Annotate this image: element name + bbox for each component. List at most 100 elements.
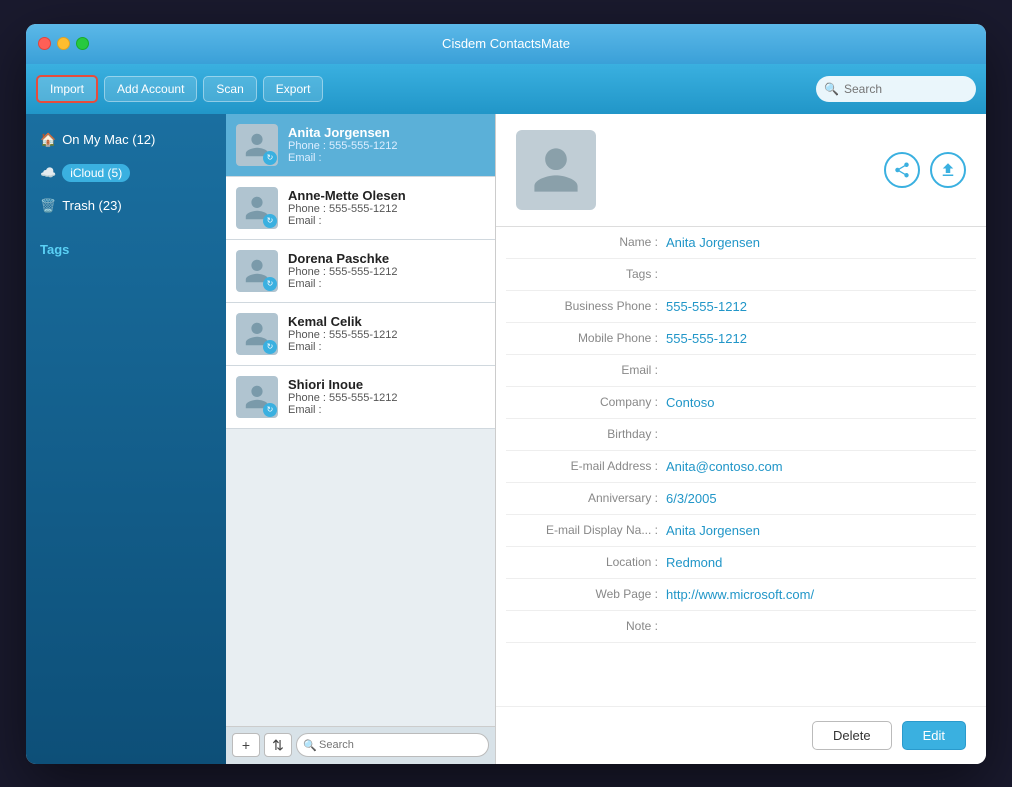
contact-name: Shiori Inoue — [288, 377, 485, 392]
field-row-name: Name : Anita Jorgensen — [506, 227, 976, 259]
contact-phone: Phone : 555-555-1212 — [288, 203, 485, 215]
contact-phone: Phone : 555-555-1212 — [288, 140, 485, 152]
field-row-note: Note : — [506, 611, 976, 643]
mobile-phone-label: Mobile Phone : — [506, 331, 666, 345]
avatar: ↻ — [236, 124, 278, 166]
contact-list-items: ↻ Anita Jorgensen Phone : 555-555-1212 E… — [226, 114, 495, 726]
home-icon: 🏠 — [40, 132, 56, 148]
field-row-email-address: E-mail Address : Anita@contoso.com — [506, 451, 976, 483]
share-button[interactable] — [884, 152, 920, 188]
contact-info: Anne-Mette Olesen Phone : 555-555-1212 E… — [288, 188, 485, 227]
birthday-label: Birthday : — [506, 427, 666, 441]
field-row-anniversary: Anniversary : 6/3/2005 — [506, 483, 976, 515]
contact-email: Email : — [288, 404, 485, 416]
contact-info: Shiori Inoue Phone : 555-555-1212 Email … — [288, 377, 485, 416]
contact-info: Kemal Celik Phone : 555-555-1212 Email : — [288, 314, 485, 353]
icloud-badge: iCloud (5) — [62, 164, 130, 182]
list-item[interactable]: ↻ Dorena Paschke Phone : 555-555-1212 Em… — [226, 240, 495, 303]
field-row-tags: Tags : — [506, 259, 976, 291]
sync-icon: ↻ — [263, 340, 277, 354]
tags-field-label: Tags : — [506, 267, 666, 281]
field-row-web-page: Web Page : http://www.microsoft.com/ — [506, 579, 976, 611]
on-my-mac-label: On My Mac (12) — [62, 132, 155, 147]
list-item[interactable]: ↻ Anne-Mette Olesen Phone : 555-555-1212… — [226, 177, 495, 240]
field-row-company: Company : Contoso — [506, 387, 976, 419]
sidebar-item-trash[interactable]: 🗑️ Trash (23) — [26, 190, 226, 222]
detail-actions — [884, 152, 966, 188]
anniversary-label: Anniversary : — [506, 491, 666, 505]
mobile-phone-value: 555-555-1212 — [666, 331, 747, 346]
search-wrapper: 🔍 — [816, 76, 976, 102]
upload-button[interactable] — [930, 152, 966, 188]
field-row-business-phone: Business Phone : 555-555-1212 — [506, 291, 976, 323]
tags-label: Tags — [40, 242, 69, 257]
contact-phone: Phone : 555-555-1212 — [288, 266, 485, 278]
contact-email: Email : — [288, 215, 485, 227]
sidebar-item-icloud[interactable]: ☁️ iCloud (5) — [26, 156, 226, 190]
email-address-value: Anita@contoso.com — [666, 459, 783, 474]
anniversary-value: 6/3/2005 — [666, 491, 717, 506]
import-button[interactable]: Import — [36, 75, 98, 103]
add-contact-button[interactable]: + — [232, 733, 260, 757]
avatar: ↻ — [236, 187, 278, 229]
email-address-label: E-mail Address : — [506, 459, 666, 473]
scan-button[interactable]: Scan — [203, 76, 256, 102]
contact-info: Dorena Paschke Phone : 555-555-1212 Emai… — [288, 251, 485, 290]
avatar: ↻ — [236, 250, 278, 292]
field-row-birthday: Birthday : — [506, 419, 976, 451]
maximize-button[interactable] — [76, 37, 89, 50]
traffic-lights — [38, 37, 89, 50]
minimize-button[interactable] — [57, 37, 70, 50]
field-row-email: Email : — [506, 355, 976, 387]
list-search-input[interactable] — [296, 733, 489, 757]
export-button[interactable]: Export — [263, 76, 324, 102]
email-display-label: E-mail Display Na... : — [506, 523, 666, 537]
note-label: Note : — [506, 619, 666, 633]
contact-name: Kemal Celik — [288, 314, 485, 329]
contact-name: Dorena Paschke — [288, 251, 485, 266]
sidebar: 🏠 On My Mac (12) ☁️ iCloud (5) 🗑️ Trash … — [26, 114, 226, 764]
search-input[interactable] — [816, 76, 976, 102]
field-row-location: Location : Redmond — [506, 547, 976, 579]
avatar: ↻ — [236, 376, 278, 418]
sidebar-item-on-my-mac[interactable]: 🏠 On My Mac (12) — [26, 124, 226, 156]
tags-section: Tags — [26, 232, 226, 267]
business-phone-value: 555-555-1212 — [666, 299, 747, 314]
contact-list: ↻ Anita Jorgensen Phone : 555-555-1212 E… — [226, 114, 496, 764]
app-window: Cisdem ContactsMate Import Add Account S… — [26, 24, 986, 764]
contact-email: Email : — [288, 152, 485, 164]
add-account-button[interactable]: Add Account — [104, 76, 197, 102]
sync-icon: ↻ — [263, 214, 277, 228]
close-button[interactable] — [38, 37, 51, 50]
list-item[interactable]: ↻ Anita Jorgensen Phone : 555-555-1212 E… — [226, 114, 495, 177]
list-item[interactable]: ↻ Kemal Celik Phone : 555-555-1212 Email… — [226, 303, 495, 366]
detail-fields: Name : Anita Jorgensen Tags : Business P… — [496, 227, 986, 706]
sync-icon: ↻ — [263, 151, 277, 165]
detail-footer: Delete Edit — [496, 706, 986, 764]
name-label: Name : — [506, 235, 666, 249]
field-row-email-display: E-mail Display Na... : Anita Jorgensen — [506, 515, 976, 547]
location-label: Location : — [506, 555, 666, 569]
edit-button[interactable]: Edit — [902, 721, 966, 750]
contact-email: Email : — [288, 341, 485, 353]
sort-button[interactable]: ⇅ — [264, 733, 292, 757]
main-content: 🏠 On My Mac (12) ☁️ iCloud (5) 🗑️ Trash … — [26, 114, 986, 764]
trash-icon: 🗑️ — [40, 198, 56, 214]
name-value: Anita Jorgensen — [666, 235, 760, 250]
contact-info: Anita Jorgensen Phone : 555-555-1212 Ema… — [288, 125, 485, 164]
company-value: Contoso — [666, 395, 714, 410]
titlebar: Cisdem ContactsMate — [26, 24, 986, 64]
web-page-value: http://www.microsoft.com/ — [666, 587, 814, 602]
contact-name: Anne-Mette Olesen — [288, 188, 485, 203]
sync-icon: ↻ — [263, 277, 277, 291]
list-item[interactable]: ↻ Shiori Inoue Phone : 555-555-1212 Emai… — [226, 366, 495, 429]
email-display-value: Anita Jorgensen — [666, 523, 760, 538]
detail-avatar — [516, 130, 596, 210]
contact-name: Anita Jorgensen — [288, 125, 485, 140]
business-phone-label: Business Phone : — [506, 299, 666, 313]
avatar: ↻ — [236, 313, 278, 355]
company-label: Company : — [506, 395, 666, 409]
list-search-icon: 🔍 — [303, 739, 317, 752]
list-search-wrapper: 🔍 — [296, 733, 489, 757]
delete-button[interactable]: Delete — [812, 721, 892, 750]
